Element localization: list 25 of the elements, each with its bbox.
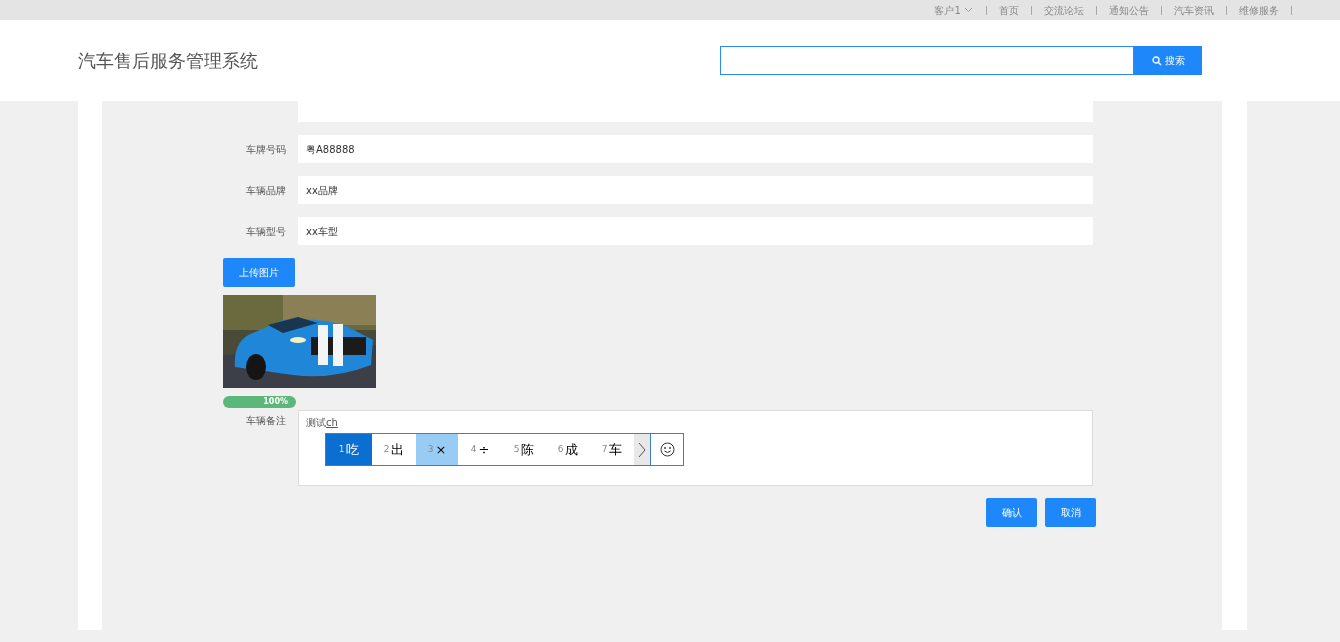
text-field[interactable]: 粤A88888	[298, 135, 1093, 163]
nav-link-text[interactable]: 首页	[999, 2, 1019, 18]
site-title: 汽车售后服务管理系统	[78, 49, 258, 72]
search-field[interactable]	[720, 46, 1134, 75]
field-label: 车牌号码	[245, 142, 287, 157]
search-button[interactable]: 搜索	[1134, 46, 1202, 75]
account-menu[interactable]: 客户1	[934, 2, 973, 18]
chevron-down-icon	[963, 7, 973, 13]
chevron-right-icon	[638, 441, 646, 458]
nav-link-text[interactable]: 通知公告	[1109, 2, 1149, 18]
smiley-icon	[659, 442, 675, 457]
next-page-button[interactable]	[634, 434, 650, 465]
upload-button[interactable]: 上传图片	[223, 258, 295, 287]
progress-bar: 100%	[223, 396, 296, 408]
cancel-button[interactable]: 取消	[1045, 498, 1096, 527]
nav-link-text[interactable]: 交流论坛	[1044, 2, 1084, 18]
confirm-button[interactable]: 确认	[986, 498, 1037, 527]
nav-link-text[interactable]: 汽车资讯	[1174, 2, 1214, 18]
nav-link-text[interactable]: 维修服务	[1239, 2, 1279, 18]
search-icon	[1151, 55, 1162, 66]
field-label: 车辆备注	[245, 413, 287, 428]
field-label: 车辆品牌	[245, 183, 287, 198]
text-field[interactable]: xx车型	[298, 217, 1093, 245]
field-label: 车辆型号	[245, 224, 287, 239]
text-field[interactable]: xx品牌	[298, 176, 1093, 204]
